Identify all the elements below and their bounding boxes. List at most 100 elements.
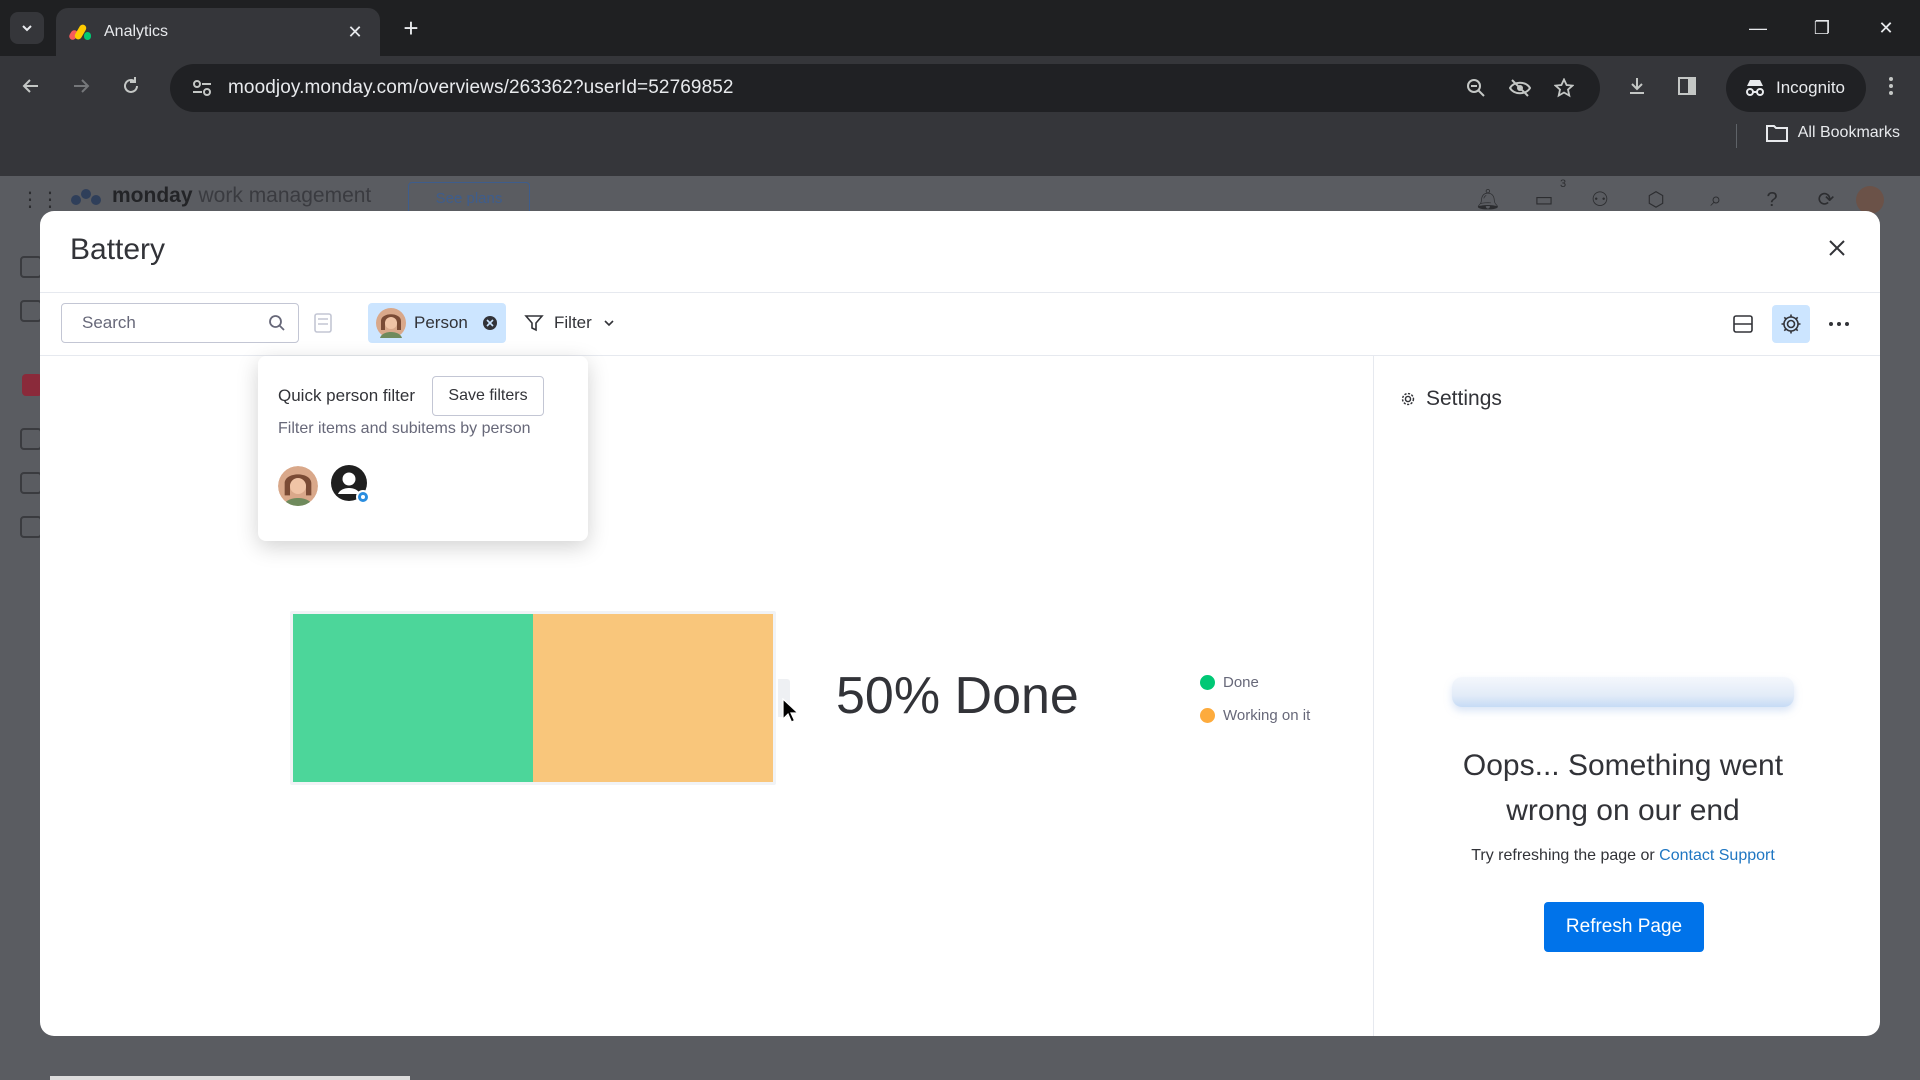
side-panel-button[interactable] <box>1670 72 1704 106</box>
ai-icon[interactable]: ⟳ <box>1812 186 1840 214</box>
all-bookmarks-label: All Bookmarks <box>1797 124 1900 141</box>
invite-icon[interactable]: ⚇ <box>1586 186 1614 214</box>
legend-dot <box>1200 675 1215 690</box>
apps-icon[interactable]: ⬡ <box>1642 186 1670 214</box>
person-filter-chip[interactable]: Person <box>368 303 506 343</box>
error-illustration <box>1452 677 1794 707</box>
apps-grid-icon[interactable]: ⋮⋮ <box>20 186 60 214</box>
popover-subtitle: Filter items and subitems by person <box>278 420 531 437</box>
see-plans-button[interactable]: See plans <box>408 182 530 214</box>
app-search-icon[interactable]: ⌕ <box>1702 186 1730 214</box>
settings-divider <box>1373 356 1374 1036</box>
minimize-button[interactable]: — <box>1738 12 1778 44</box>
refresh-page-button[interactable]: Refresh Page <box>1544 902 1704 952</box>
settings-title: Settings <box>1426 387 1502 410</box>
browser-tab-bar: Analytics ✕ + — ❐ ✕ <box>0 0 1920 56</box>
my-work-nav-icon[interactable] <box>20 300 42 322</box>
legend-dot <box>1200 708 1215 723</box>
quick-person-filter-popover: Quick person filter Save filters Filter … <box>258 356 588 541</box>
clear-person-filter-icon[interactable] <box>482 315 498 331</box>
battery-bar <box>290 611 776 785</box>
legend-item: Done <box>1200 666 1310 699</box>
modal-title: Battery <box>70 233 166 266</box>
reload-icon <box>124 77 138 93</box>
close-window-button[interactable]: ✕ <box>1866 12 1906 44</box>
star-icon[interactable] <box>1542 68 1586 108</box>
reload-button[interactable] <box>114 72 148 106</box>
more-options-button[interactable] <box>1820 305 1858 343</box>
bottom-scroll-indicator <box>50 1076 410 1080</box>
tab-title: Analytics <box>104 23 169 40</box>
person-avatar <box>376 308 406 338</box>
battery-legend: Done Working on it <box>1200 666 1310 732</box>
save-filters-label: Save filters <box>448 387 528 404</box>
restore-button[interactable]: ❐ <box>1802 12 1842 44</box>
tab-close-icon[interactable]: ✕ <box>344 22 366 43</box>
inbox-icon[interactable]: ▭ <box>1530 186 1558 214</box>
browser-tab-analytics[interactable]: Analytics ✕ <box>56 8 380 56</box>
eye-off-icon[interactable] <box>1498 68 1542 108</box>
home-nav-icon[interactable] <box>20 256 42 278</box>
folder-icon <box>1765 125 1788 142</box>
search-input[interactable]: Search <box>61 303 299 343</box>
side-nav-icon-3[interactable] <box>20 516 42 538</box>
battery-segment-working-on-it <box>533 614 773 782</box>
all-bookmarks-button[interactable]: All Bookmarks <box>1765 124 1900 142</box>
monday-logo-icon <box>71 189 101 205</box>
gear-icon <box>1401 392 1415 406</box>
help-icon[interactable]: ? <box>1758 186 1786 214</box>
settings-header: Settings <box>1400 387 1502 411</box>
incognito-icon <box>1746 80 1764 96</box>
more-icon <box>1829 322 1849 326</box>
address-bar[interactable]: moodjoy.monday.com/overviews/263362?user… <box>170 64 1600 112</box>
widget-toolbar: Search Person Filter <box>40 293 1880 355</box>
browser-nav-bar: moodjoy.monday.com/overviews/263362?user… <box>0 56 1920 176</box>
side-panel-icon <box>1678 77 1696 95</box>
person-avatar-user[interactable] <box>278 466 318 506</box>
download-icon <box>1630 78 1644 94</box>
legend-label: Working on it <box>1223 707 1311 724</box>
site-settings-icon[interactable] <box>182 68 222 108</box>
logo-product: work management <box>198 184 372 207</box>
save-filters-button[interactable]: Save filters <box>432 376 544 416</box>
person-avatar-guest[interactable] <box>330 464 372 506</box>
new-tab-button[interactable]: + <box>396 10 426 46</box>
filter-label: Filter <box>554 313 592 332</box>
close-icon <box>1829 240 1845 256</box>
error-sub-text: Try refreshing the page or <box>1471 847 1655 864</box>
filter-button[interactable]: Filter <box>524 303 616 343</box>
browser-menu-button[interactable] <box>1874 72 1908 106</box>
save-view-button[interactable] <box>312 311 334 335</box>
modal-close-button[interactable] <box>1820 231 1854 265</box>
download-button[interactable] <box>1620 72 1654 106</box>
forward-button[interactable] <box>64 72 98 106</box>
bell-icon[interactable]: 🔔︎ <box>1474 186 1502 214</box>
side-nav-icon-2[interactable] <box>20 472 42 494</box>
incognito-indicator[interactable]: Incognito <box>1726 64 1866 112</box>
bookmarks-separator <box>1736 124 1737 148</box>
back-button[interactable] <box>14 72 48 106</box>
contact-support-link[interactable]: Contact Support <box>1659 847 1775 864</box>
logo-brand: monday <box>112 184 193 207</box>
inbox-badge: 3 <box>1560 178 1567 190</box>
done-percentage: 50% Done <box>836 667 1079 725</box>
tab-search-button[interactable] <box>10 12 44 44</box>
monday-logo[interactable]: monday work management <box>70 182 371 210</box>
zoom-icon[interactable] <box>1454 68 1498 108</box>
back-icon <box>22 79 38 93</box>
workspace-icon[interactable] <box>22 374 42 396</box>
gear-icon <box>1781 314 1801 334</box>
filter-icon <box>524 315 544 332</box>
incognito-label: Incognito <box>1776 78 1845 97</box>
legend-label: Done <box>1223 674 1259 691</box>
chevron-down-icon <box>22 25 32 32</box>
url-text: moodjoy.monday.com/overviews/263362?user… <box>228 77 734 98</box>
layout-button[interactable] <box>1724 305 1762 343</box>
see-plans-label: See plans <box>435 189 503 207</box>
search-placeholder: Search <box>82 313 136 332</box>
refresh-page-label: Refresh Page <box>1565 916 1683 937</box>
side-nav-icon-1[interactable] <box>20 428 42 450</box>
layout-icon <box>1733 315 1753 333</box>
user-avatar[interactable] <box>1856 186 1884 214</box>
widget-settings-button[interactable] <box>1772 305 1810 343</box>
